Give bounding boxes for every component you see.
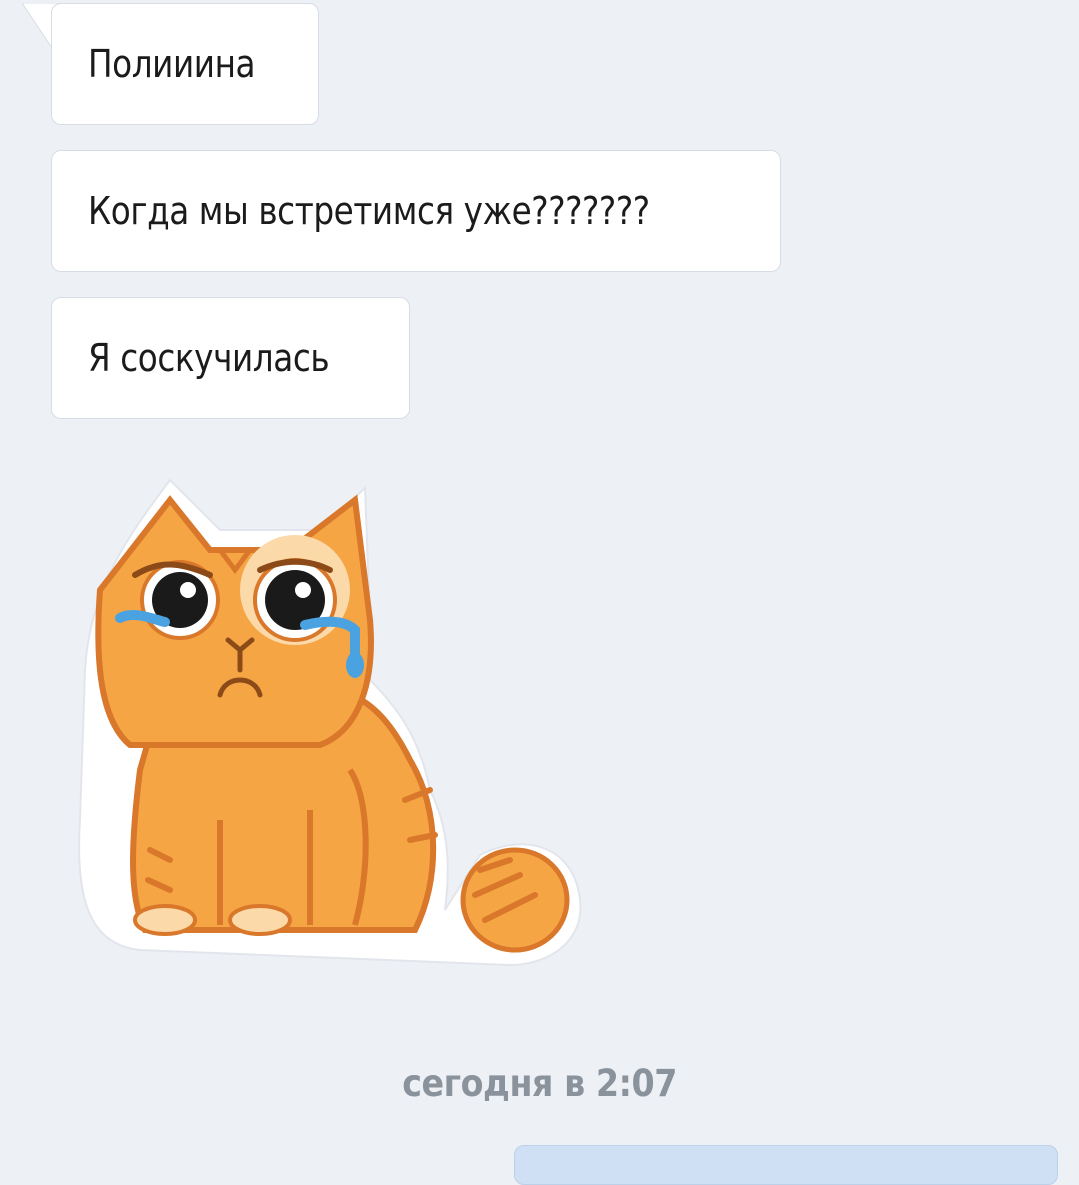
- chat-history[interactable]: Полииина Когда мы встретимся уже??????? …: [0, 0, 1079, 1185]
- incoming-message[interactable]: Полииина: [51, 3, 319, 125]
- crying-cat-sticker-icon[interactable]: [70, 470, 590, 970]
- message-text: Когда мы встретимся уже???????: [88, 189, 650, 233]
- date-separator: сегодня в 2:07: [0, 1062, 1079, 1105]
- outgoing-message[interactable]: [514, 1145, 1058, 1185]
- message-text: Полииина: [88, 42, 256, 86]
- incoming-message[interactable]: Когда мы встретимся уже???????: [51, 150, 781, 272]
- message-text: Я соскучилась: [88, 336, 330, 380]
- timestamp-text: сегодня в 2:07: [402, 1062, 677, 1105]
- incoming-message[interactable]: Я соскучилась: [51, 297, 410, 419]
